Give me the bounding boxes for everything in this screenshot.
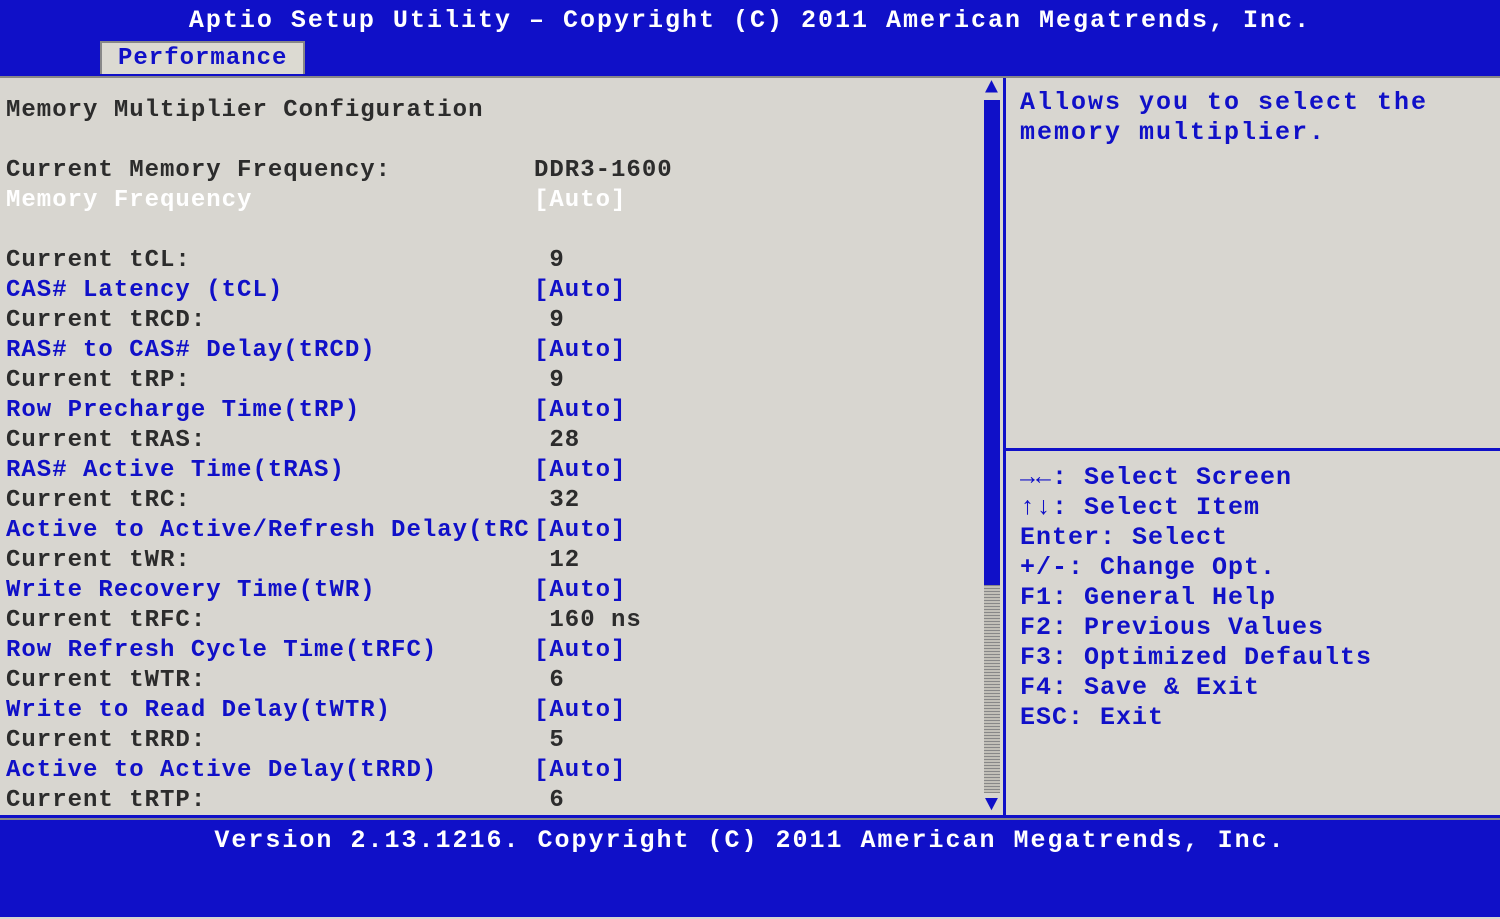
nav-hint: F1: General Help xyxy=(1020,583,1490,613)
header-title: Aptio Setup Utility – Copyright (C) 2011… xyxy=(0,0,1500,35)
row-label: Memory Frequency xyxy=(4,186,534,216)
row-label: RAS# to CAS# Delay(tRCD) xyxy=(4,336,534,366)
setting-row[interactable]: RAS# to CAS# Delay(tRCD)[Auto] xyxy=(4,336,993,366)
row-label: Current tRTP: xyxy=(4,786,534,816)
spacer xyxy=(4,216,993,246)
row-label: Current tWTR: xyxy=(4,666,534,696)
setting-row[interactable]: Memory Frequency[Auto] xyxy=(4,186,993,216)
footer-text: Version 2.13.1216. Copyright (C) 2011 Am… xyxy=(0,826,1500,855)
footer-bar: Version 2.13.1216. Copyright (C) 2011 Am… xyxy=(0,818,1500,917)
row-value: [Auto] xyxy=(534,696,993,726)
help-text: Allows you to select the memory multipli… xyxy=(1020,88,1490,448)
row-label: Write Recovery Time(tWR) xyxy=(4,576,534,606)
body-area: Memory Multiplier Configuration Current … xyxy=(0,78,1500,818)
row-value: [Auto] xyxy=(534,276,993,306)
row-value: 6 xyxy=(534,786,993,816)
setting-row[interactable]: Write Recovery Time(tWR)[Auto] xyxy=(4,576,993,606)
info-row: Current tRAS: 28 xyxy=(4,426,993,456)
scroll-down-icon[interactable]: ▼ xyxy=(985,795,999,815)
row-value: [Auto] xyxy=(534,186,993,216)
scroll-up-icon[interactable]: ▲ xyxy=(985,78,999,98)
setting-row[interactable]: Active to Active Delay(tRRD)[Auto] xyxy=(4,756,993,786)
row-label: Current tCL: xyxy=(4,246,534,276)
setting-row[interactable]: RAS# Active Time(tRAS)[Auto] xyxy=(4,456,993,486)
row-label: Current tRCD: xyxy=(4,306,534,336)
tab-performance[interactable]: Performance xyxy=(100,41,305,74)
nav-hint: F4: Save & Exit xyxy=(1020,673,1490,703)
nav-hint: +/-: Change Opt. xyxy=(1020,553,1490,583)
row-label: Row Precharge Time(tRP) xyxy=(4,396,534,426)
info-row: Current tRTP: 6 xyxy=(4,786,993,816)
row-label: Active to Active/Refresh Delay(tRC xyxy=(4,516,534,546)
setting-row[interactable]: CAS# Latency (tCL)[Auto] xyxy=(4,276,993,306)
row-value: 9 xyxy=(534,246,993,276)
nav-hint: ESC: Exit xyxy=(1020,703,1490,733)
row-value: [Auto] xyxy=(534,396,993,426)
row-label: Row Refresh Cycle Time(tRFC) xyxy=(4,636,534,666)
row-value: 5 xyxy=(534,726,993,756)
row-label: Current tWR: xyxy=(4,546,534,576)
info-row: Current tCL: 9 xyxy=(4,246,993,276)
nav-help: →←: Select Screen↑↓: Select ItemEnter: S… xyxy=(1020,463,1490,733)
info-row: Current tRCD: 9 xyxy=(4,306,993,336)
row-label: Current tRC: xyxy=(4,486,534,516)
row-value: [Auto] xyxy=(534,636,993,666)
row-label: Current tRFC: xyxy=(4,606,534,636)
divider xyxy=(1006,448,1500,451)
info-row: Current tRC: 32 xyxy=(4,486,993,516)
spacer xyxy=(4,126,993,156)
row-label: Current tRRD: xyxy=(4,726,534,756)
row-value: [Auto] xyxy=(534,336,993,366)
nav-hint: F2: Previous Values xyxy=(1020,613,1490,643)
row-value: 9 xyxy=(534,306,993,336)
row-label: Current Memory Frequency: xyxy=(4,156,534,186)
setting-row[interactable]: Row Refresh Cycle Time(tRFC)[Auto] xyxy=(4,636,993,666)
row-label: Current tRAS: xyxy=(4,426,534,456)
row-value: [Auto] xyxy=(534,756,993,786)
info-row: Current tRFC: 160 ns xyxy=(4,606,993,636)
row-value: [Auto] xyxy=(534,456,993,486)
setting-row[interactable]: Row Precharge Time(tRP)[Auto] xyxy=(4,396,993,426)
row-value: 12 xyxy=(534,546,993,576)
section-title: Memory Multiplier Configuration xyxy=(4,96,993,126)
info-row: Current tWR: 12 xyxy=(4,546,993,576)
row-label: RAS# Active Time(tRAS) xyxy=(4,456,534,486)
row-value: 9 xyxy=(534,366,993,396)
row-value: 28 xyxy=(534,426,993,456)
row-value: 6 xyxy=(534,666,993,696)
settings-list: Current Memory Frequency:DDR3-1600Memory… xyxy=(4,156,993,816)
tab-row: Performance xyxy=(0,41,1500,74)
setting-row[interactable]: Active to Active/Refresh Delay(tRC[Auto] xyxy=(4,516,993,546)
main-panel: Memory Multiplier Configuration Current … xyxy=(0,78,1006,815)
info-row: Current tWTR: 6 xyxy=(4,666,993,696)
row-label: Write to Read Delay(tWTR) xyxy=(4,696,534,726)
row-label: Current tRP: xyxy=(4,366,534,396)
info-row: Current tRRD: 5 xyxy=(4,726,993,756)
nav-hint: →←: Select Screen xyxy=(1020,463,1490,493)
row-value: [Auto] xyxy=(534,516,993,546)
nav-hint: F3: Optimized Defaults xyxy=(1020,643,1490,673)
row-value: 32 xyxy=(534,486,993,516)
nav-hint: Enter: Select xyxy=(1020,523,1490,553)
info-row: Current tRP: 9 xyxy=(4,366,993,396)
side-panel: Allows you to select the memory multipli… xyxy=(1006,78,1500,815)
row-value: 160 ns xyxy=(534,606,993,636)
row-value: DDR3-1600 xyxy=(534,156,993,186)
scroll-track[interactable] xyxy=(984,100,1000,793)
header-bar: Aptio Setup Utility – Copyright (C) 2011… xyxy=(0,0,1500,78)
nav-hint: ↑↓: Select Item xyxy=(1020,493,1490,523)
scrollbar[interactable]: ▲ ▼ xyxy=(981,78,1003,815)
row-label: Active to Active Delay(tRRD) xyxy=(4,756,534,786)
setting-row[interactable]: Write to Read Delay(tWTR)[Auto] xyxy=(4,696,993,726)
scroll-thumb[interactable] xyxy=(984,100,1000,585)
info-row: Current Memory Frequency:DDR3-1600 xyxy=(4,156,993,186)
row-value: [Auto] xyxy=(534,576,993,606)
row-label: CAS# Latency (tCL) xyxy=(4,276,534,306)
